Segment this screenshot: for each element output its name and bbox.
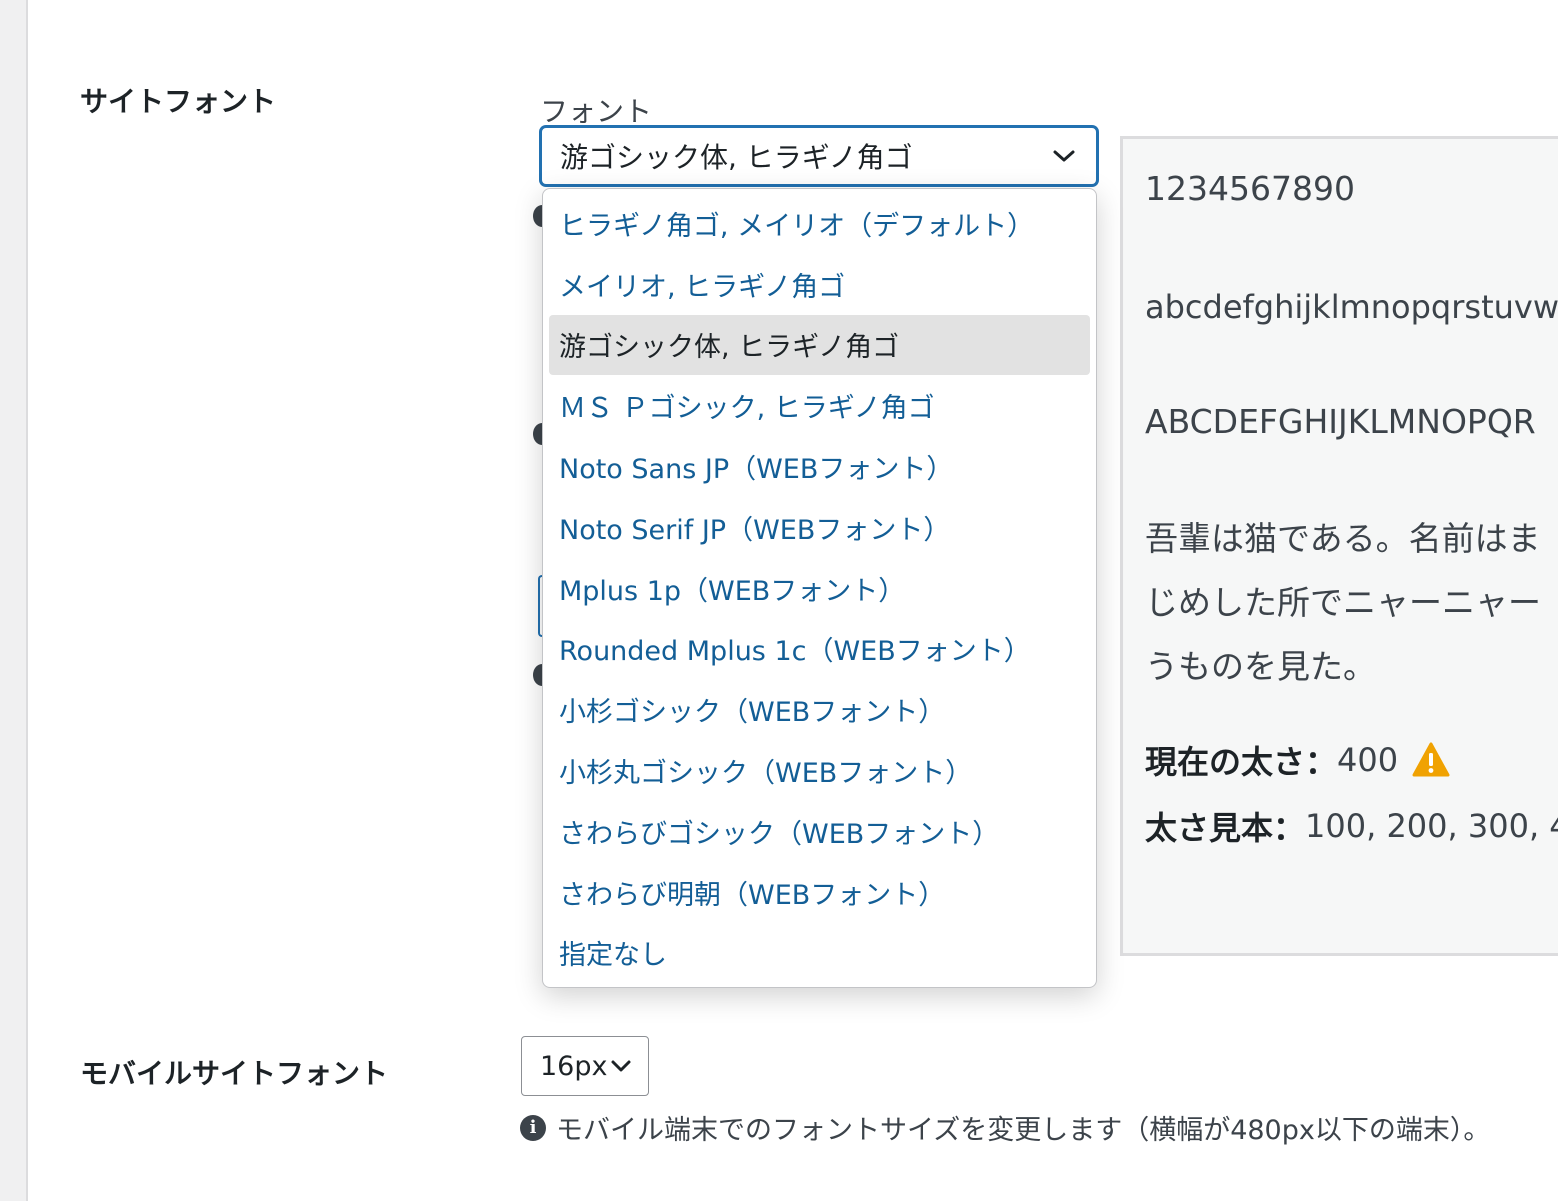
font-option[interactable]: メイリオ, ヒラギノ角ゴ <box>549 254 1090 315</box>
font-option[interactable]: Rounded Mplus 1c（WEBフォント） <box>549 619 1090 680</box>
weight-sample-label: 太さ見本： <box>1145 809 1306 847</box>
mobile-font-row-label: モバイルサイトフォント <box>80 1057 389 1090</box>
site-font-row-label: サイトフォント <box>80 85 277 118</box>
mobile-font-size-select[interactable]: 16px <box>521 1036 649 1096</box>
info-icon: i <box>520 1114 546 1141</box>
preview-japanese-text: 吾輩は猫である。名前はま じめした所でニャーニャー うものを見た。 <box>1145 507 1558 699</box>
font-option[interactable]: Mplus 1p（WEBフォント） <box>549 558 1090 619</box>
font-option[interactable]: 小杉ゴシック（WEBフォント） <box>549 679 1090 740</box>
font-option[interactable]: 游ゴシック体, ヒラギノ角ゴ <box>549 314 1090 376</box>
weight-sample-values: 100, 200, 300, 4 <box>1305 807 1558 845</box>
mobile-font-help: i モバイル端末でのフォントサイズを変更します（横幅が480px以下の端末）。 <box>520 1108 1490 1147</box>
font-option[interactable]: さわらび明朝（WEBフォント） <box>549 862 1090 923</box>
preview-numbers: 1234567890 <box>1145 169 1355 208</box>
preview-lowercase: abcdefghijklmnopqrstuvw <box>1145 288 1558 326</box>
preview-japanese-line: 吾輩は猫である。名前はま <box>1145 519 1541 558</box>
current-weight-row: 現在の太さ： 400 <box>1145 727 1558 793</box>
mobile-font-help-text: モバイル端末でのフォントサイズを変更します（横幅が480px以下の端末）。 <box>556 1115 1491 1146</box>
font-preview-panel: 1234567890 abcdefghijklmnopqrstuvw ABCDE… <box>1120 136 1558 956</box>
font-option[interactable]: ヒラギノ角ゴ, メイリオ（デフォルト） <box>549 193 1090 254</box>
font-field-label: フォント <box>540 95 653 128</box>
warning-icon <box>1412 742 1450 777</box>
font-option[interactable]: Noto Sans JP（WEBフォント） <box>549 436 1090 497</box>
preview-japanese-line: うものを見た。 <box>1145 647 1376 686</box>
preview-japanese-line: じめした所でニャーニャー <box>1145 583 1541 622</box>
chevron-down-icon <box>607 1046 634 1086</box>
preview-uppercase: ABCDEFGHIJKLMNOPQR <box>1145 402 1536 441</box>
mobile-font-size-value: 16px <box>540 1050 608 1082</box>
current-weight-value: 400 <box>1337 741 1399 779</box>
font-option[interactable]: さわらびゴシック（WEBフォント） <box>549 801 1090 862</box>
current-weight-label: 現在の太さ： <box>1145 743 1338 781</box>
font-option[interactable]: ＭＳ Ｐゴシック, ヒラギノ角ゴ <box>549 375 1090 436</box>
weight-sample-row: 太さ見本： 100, 200, 300, 4 <box>1145 793 1558 859</box>
font-option[interactable]: Noto Serif JP（WEBフォント） <box>549 497 1090 558</box>
font-select[interactable]: 游ゴシック体, ヒラギノ角ゴ <box>540 126 1098 186</box>
chevron-down-icon <box>1044 136 1084 176</box>
font-select-value: 游ゴシック体, ヒラギノ角ゴ <box>560 141 913 174</box>
font-option[interactable]: 指定なし <box>549 923 1090 984</box>
font-options-list: ヒラギノ角ゴ, メイリオ（デフォルト） メイリオ, ヒラギノ角ゴ 游ゴシック体, ヒ… <box>542 188 1097 988</box>
admin-sidebar-gutter <box>0 0 28 1201</box>
font-option[interactable]: 小杉丸ゴシック（WEBフォント） <box>549 740 1090 801</box>
